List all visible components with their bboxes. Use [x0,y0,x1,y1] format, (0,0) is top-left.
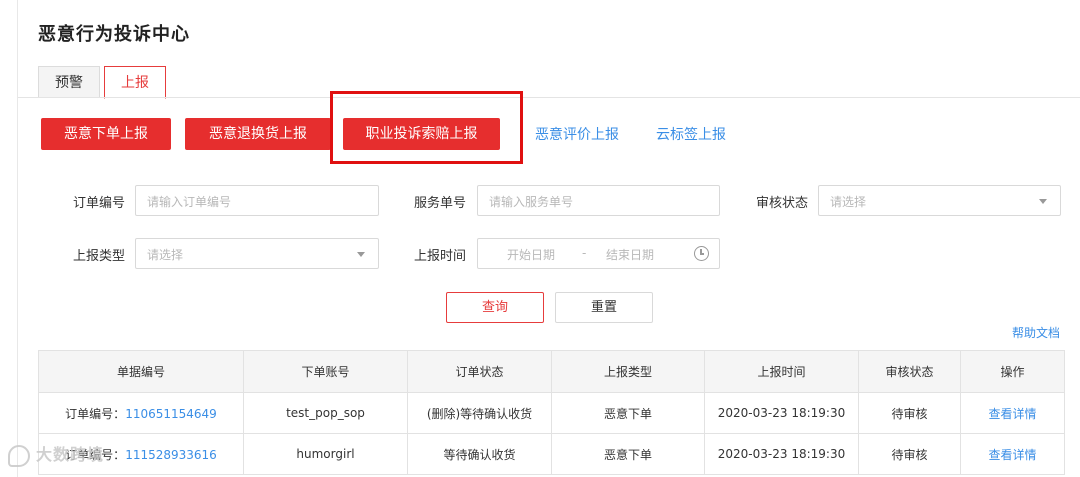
chevron-down-icon [1039,199,1047,204]
tab-warning[interactable]: 预警 [38,66,100,98]
report-type-cell: 恶意下单 [551,392,705,434]
date-range-separator: - [582,246,587,260]
table-row: 订单编号：110651154649 test_pop_sop (删除)等待确认收… [38,392,1065,434]
report-time-label: 上报时间 [414,249,467,264]
start-date-placeholder: 开始日期 [507,248,556,262]
view-details-link[interactable]: 查看详情 [988,448,1036,462]
report-time-cell: 2020-03-23 18:19:30 [704,392,859,434]
report-time-cell: 2020-03-23 18:19:30 [704,433,859,475]
order-no-label: 订单编号 [73,196,126,211]
query-button[interactable]: 查询 [446,292,544,323]
report-type-label: 上报类型 [73,249,126,264]
column-header: 单据编号 [38,350,244,393]
order-status-cell: 等待确认收货 [407,433,552,475]
report-table: 单据编号 下单账号 订单状态 上报类型 上报时间 审核状态 操作 订单编号：11… [38,350,1065,475]
column-header: 操作 [960,350,1065,393]
cloud-tag-report-link[interactable]: 云标签上报 [656,124,726,144]
chevron-down-icon [357,252,365,257]
watermark-text: 大数跨境 [36,445,105,464]
end-date-placeholder: 结束日期 [606,248,655,262]
chat-bubble-icon [8,444,30,467]
report-time-range-picker[interactable]: 开始日期 - 结束日期 [477,238,720,269]
malicious-order-report-button[interactable]: 恶意下单上报 [41,118,171,150]
review-status-label: 审核状态 [756,196,809,211]
report-type-select[interactable]: 请选择 [135,238,379,269]
left-divider [17,0,18,477]
view-details-link[interactable]: 查看详情 [988,407,1036,421]
help-docs-link[interactable]: 帮助文档 [1012,324,1060,341]
order-status-cell: (删除)等待确认收货 [407,392,552,434]
report-type-cell: 恶意下单 [551,433,705,475]
column-header: 下单账号 [243,350,408,393]
service-no-placeholder: 请输入服务单号 [489,195,574,209]
tab-divider [18,97,1080,98]
page-title: 恶意行为投诉中心 [38,24,190,45]
order-no-link[interactable]: 110651154649 [125,407,217,421]
action-cell: 查看详情 [960,433,1065,475]
doc-no-prefix: 订单编号： [65,406,126,421]
action-cell: 查看详情 [960,392,1065,434]
tab-report[interactable]: 上报 [104,66,166,99]
reset-button[interactable]: 重置 [555,292,653,323]
review-status-placeholder: 请选择 [830,195,867,209]
watermark: 大数跨境 [8,441,104,467]
column-header: 上报时间 [704,350,859,393]
report-type-placeholder: 请选择 [147,248,184,262]
service-no-input[interactable]: 请输入服务单号 [477,185,720,216]
account-cell: test_pop_sop [243,392,408,434]
review-status-cell: 待审核 [858,433,961,475]
table-header-row: 单据编号 下单账号 订单状态 上报类型 上报时间 审核状态 操作 [38,350,1065,393]
highlight-annotation-box [330,91,523,164]
review-status-cell: 待审核 [858,392,961,434]
order-no-input[interactable]: 请输入订单编号 [135,185,379,216]
service-no-label: 服务单号 [414,196,467,211]
clock-icon [694,246,709,261]
column-header: 订单状态 [407,350,552,393]
malicious-return-report-button[interactable]: 恶意退换货上报 [185,118,331,150]
column-header: 审核状态 [858,350,961,393]
order-no-placeholder: 请输入订单编号 [147,195,232,209]
account-cell: humorgirl [243,433,408,475]
table-row: 订单编号：111528933616 humorgirl 等待确认收货 恶意下单 … [38,433,1065,475]
column-header: 上报类型 [551,350,705,393]
order-no-link[interactable]: 111528933616 [125,448,217,462]
malicious-review-report-link[interactable]: 恶意评价上报 [535,124,619,144]
review-status-select[interactable]: 请选择 [818,185,1061,216]
doc-no-cell: 订单编号：110651154649 [38,392,244,434]
